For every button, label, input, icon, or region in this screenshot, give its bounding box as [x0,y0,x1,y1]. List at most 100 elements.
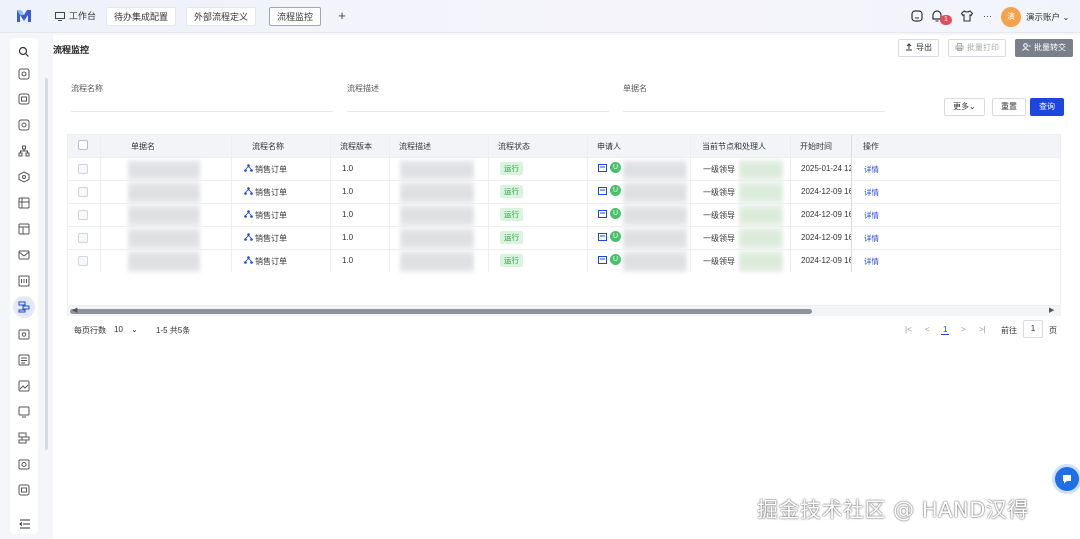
table-row[interactable]: 销售订单 1.0 运行 U 一级领导 2024-12-09 16 详情 [68,180,1060,203]
chart-bar-icon[interactable] [18,275,30,287]
page-number[interactable]: 1 [941,325,950,335]
tab-workbench[interactable]: 工作台 [48,7,103,26]
start-time: 2024-12-09 16 [801,233,851,242]
scroll-right-icon[interactable]: ▶ [1049,306,1054,314]
cube-icon[interactable] [18,171,30,183]
table-row[interactable]: 销售订单 1.0 运行 U 一级领导 2024-12-09 16 详情 [68,203,1060,226]
layers-icon[interactable] [18,432,30,444]
current-node: 一级领导 [703,188,735,197]
sidebar [10,38,38,534]
flow-table: 单据名 流程名称 流程版本 流程描述 流程状态 申请人 当前节点和处理人 开始时… [67,134,1061,306]
row-checkbox[interactable] [78,210,88,220]
search-icon[interactable] [18,46,30,58]
select-all-checkbox[interactable] [78,140,88,150]
shirt-icon[interactable] [960,9,974,23]
box-icon[interactable] [18,484,30,496]
sidebar-scrollbar[interactable] [45,78,48,450]
last-page-icon[interactable]: >| [979,325,986,334]
flow-name: 销售订单 [255,257,287,266]
folder-icon[interactable] [18,328,30,340]
page-title: 流程监控 [53,45,90,55]
table-row[interactable]: 销售订单 1.0 运行 U 一级领导 2024-12-09 16 详情 [68,249,1060,272]
detail-link[interactable]: 详情 [864,256,879,267]
more-menu-button[interactable]: ··· [983,9,997,23]
account-menu[interactable]: 演示账户 ⌄ [1026,11,1070,23]
screen-icon[interactable] [18,406,30,418]
export-button[interactable]: 导出 [898,39,939,57]
flow-version: 1.0 [342,233,354,242]
goto-label: 前往 [1001,326,1017,335]
status-badge: 运行 [500,185,523,198]
filter-input-flow-desc[interactable] [347,111,609,112]
tab-todo-integration[interactable]: 待办集成配置 [106,7,177,26]
page-unit: 页 [1049,326,1057,335]
table-row[interactable]: 销售订单 1.0 运行 U 一级领导 2025-01-24 12 详情 [68,157,1060,180]
batch-print-button[interactable]: 批量打印 [948,39,1006,57]
current-node: 一级领导 [703,234,735,243]
sidebar-item-3-icon[interactable] [18,119,30,131]
query-button[interactable]: 查询 [1030,98,1064,116]
flow-node-icon [244,256,253,264]
next-page-icon[interactable]: > [961,325,966,334]
row-checkbox[interactable] [78,187,88,197]
start-time: 2024-12-09 16 [801,256,851,265]
redacted-flow-desc [400,251,474,272]
horizontal-scroll-thumb[interactable] [70,309,812,314]
home-icon[interactable] [910,9,924,23]
tab-label: 流程监控 [277,12,314,22]
grid-doc-icon[interactable] [18,197,30,209]
page-size-select[interactable]: 10 ⌄ [114,325,138,334]
current-node: 一级领导 [703,165,735,174]
redacted-applicant [623,182,687,203]
add-tab-button[interactable]: + [335,6,349,26]
mail-icon[interactable] [18,249,30,261]
row-checkbox[interactable] [78,233,88,243]
applicant-avatar: U [610,231,621,242]
tab-flow-monitor[interactable]: 流程监控 [269,7,322,26]
chevron-down-icon: ⌄ [1062,12,1070,22]
table-row[interactable]: 销售订单 1.0 运行 U 一级领导 2024-12-09 16 详情 [68,226,1060,249]
redacted-applicant [623,228,687,249]
page-range: 1-5 共5条 [156,326,191,335]
first-page-icon[interactable]: |< [905,325,912,334]
filter-input-flow-name[interactable] [71,111,333,112]
sidebar-item-2-icon[interactable] [18,93,30,105]
image-icon[interactable] [18,380,30,392]
col-current-node: 当前节点和处理人 [702,142,766,151]
detail-link[interactable]: 详情 [864,233,879,244]
detail-link[interactable]: 详情 [864,210,879,221]
goto-page-input[interactable]: 1 [1023,320,1043,338]
camera-icon[interactable] [18,458,30,470]
sitemap-icon[interactable] [18,145,30,157]
tab-external-flow[interactable]: 外部流程定义 [186,7,257,26]
avatar[interactable]: 演 [1001,7,1021,27]
prev-page-icon[interactable]: < [925,325,930,334]
scroll-left-icon[interactable]: ◀ [72,306,77,314]
reset-button[interactable]: 重置 [992,98,1026,116]
chat-assistant-button[interactable] [1055,467,1079,491]
collapse-menu-icon[interactable] [19,518,31,530]
status-badge: 运行 [500,254,523,267]
redacted-doc-name [128,228,200,249]
redacted-flow-desc [400,182,474,203]
applicant-avatar: U [610,185,621,196]
flow-node-icon [244,164,253,172]
filter-input-doc-name[interactable] [623,111,885,112]
filter-label-flow-desc: 流程描述 [347,84,379,93]
more-label: 更多 [953,102,969,111]
sidebar-item-flow-monitor[interactable] [13,296,35,318]
table-header: 单据名 流程名称 流程版本 流程描述 流程状态 申请人 当前节点和处理人 开始时… [68,135,1060,157]
row-checkbox[interactable] [78,256,88,266]
detail-link[interactable]: 详情 [864,164,879,175]
table-icon[interactable] [18,223,30,235]
more-filters-button[interactable]: 更多⌄ [944,98,985,116]
batch-transfer-button[interactable]: 批量转交 [1015,39,1073,57]
sidebar-item-1-icon[interactable] [18,68,30,80]
list-icon[interactable] [18,354,30,366]
watermark: 掘金技术社区 @ HAND汉得 [757,498,1029,522]
app-logo-icon[interactable] [16,9,32,23]
detail-link[interactable]: 详情 [864,187,879,198]
col-version: 流程版本 [340,142,372,151]
row-checkbox[interactable] [78,164,88,174]
flow-name: 销售订单 [255,234,287,243]
